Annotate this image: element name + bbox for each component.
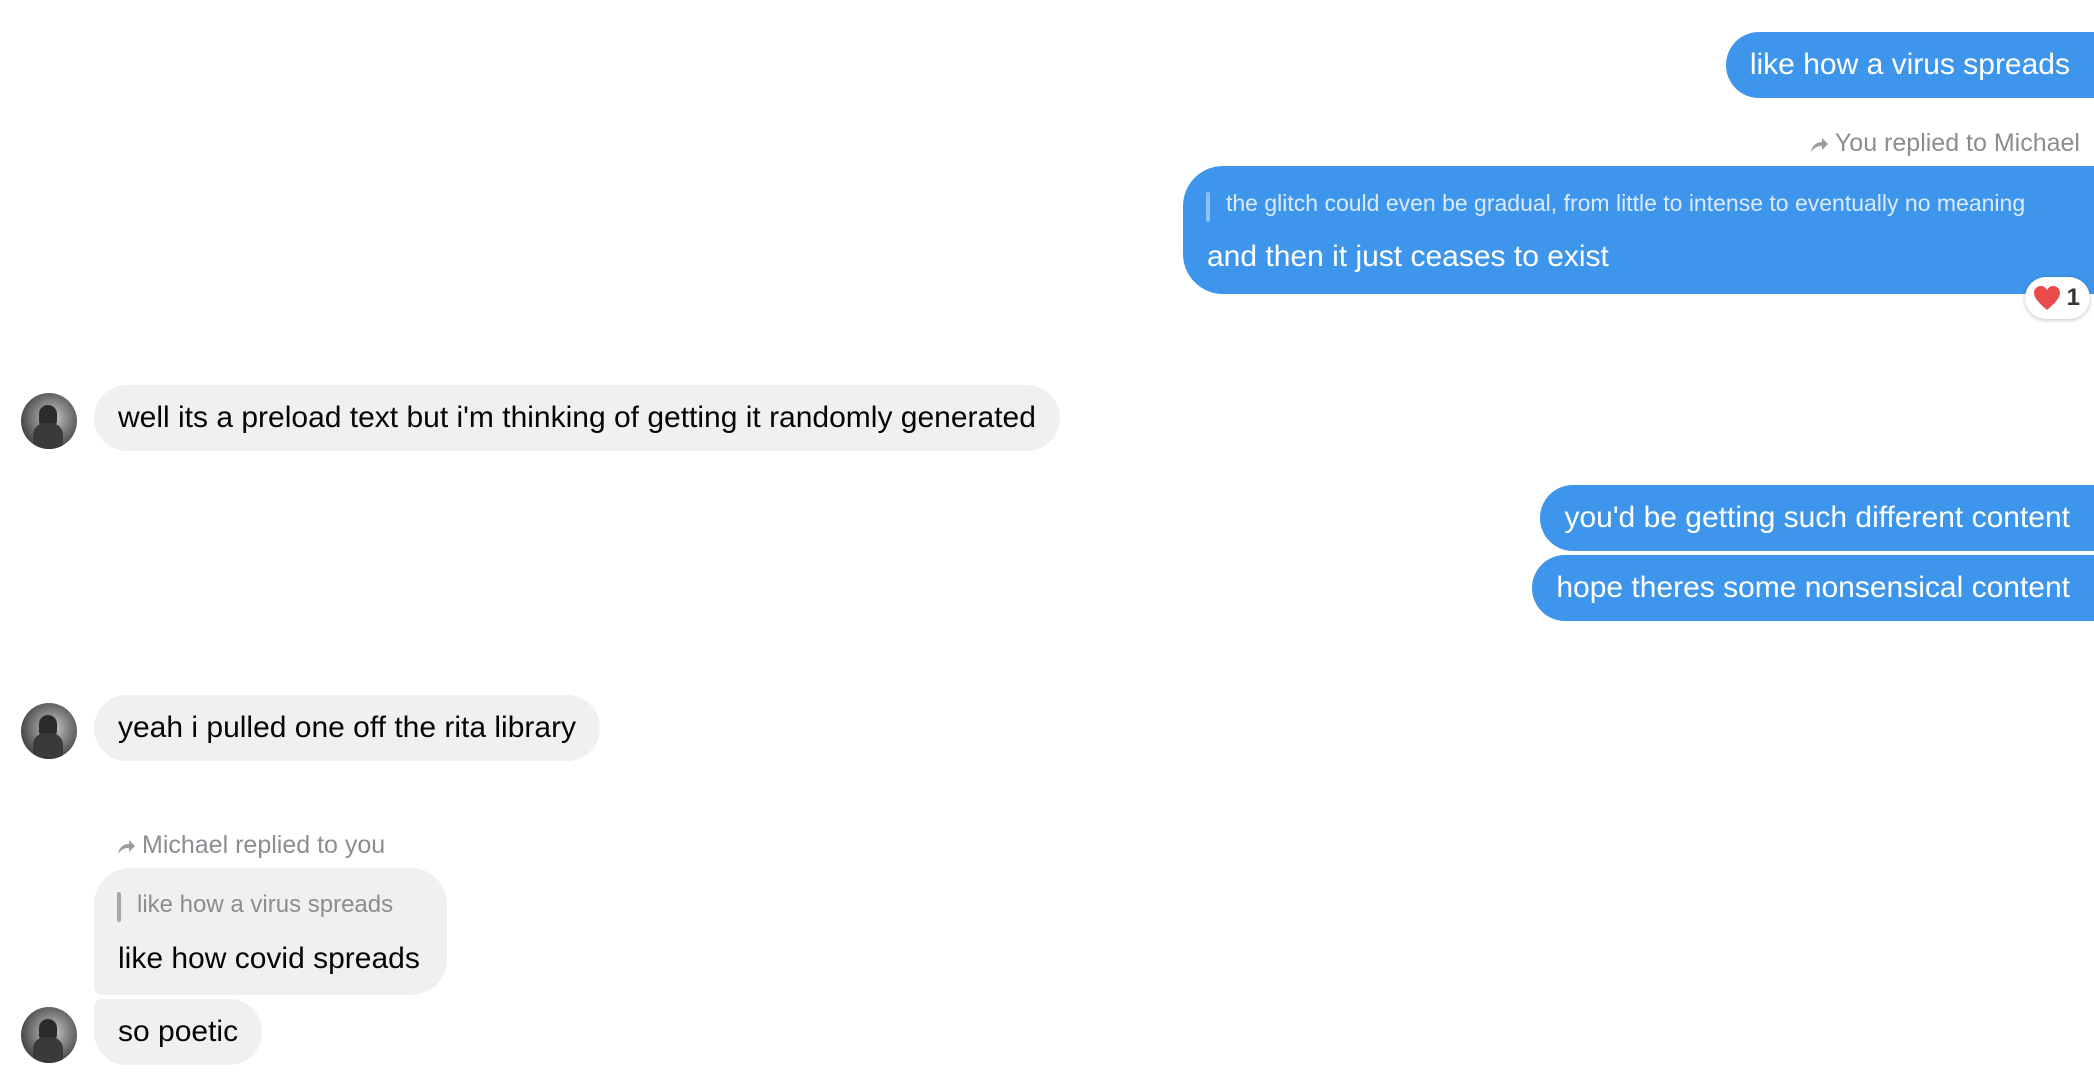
avatar[interactable] <box>21 1007 77 1063</box>
quote-bar <box>1206 192 1210 222</box>
message-bubble-outgoing-reply[interactable]: the glitch could even be gradual, from l… <box>1183 166 2094 294</box>
message-bubble-outgoing[interactable]: like how a virus spreads <box>1725 32 2094 98</box>
quoted-message: the glitch could even be gradual, from l… <box>1226 190 2026 216</box>
message-bubble-outgoing[interactable]: you'd be getting such different content <box>1540 485 2094 551</box>
message-bubble-incoming[interactable]: so poetic <box>94 999 263 1065</box>
message-text: and then it just ceases to exist <box>1207 240 1609 273</box>
reply-label: Michael replied to you <box>116 830 385 860</box>
heart-icon <box>2033 286 2060 310</box>
message-bubble-incoming[interactable]: yeah i pulled one off the rita library <box>94 695 601 761</box>
message-bubble-outgoing[interactable]: hope theres some nonsensical content <box>1532 555 2094 621</box>
reply-label-text: Michael replied to you <box>142 831 386 859</box>
reply-arrow-icon <box>1810 138 1828 152</box>
message-bubble-incoming-reply[interactable]: like how a virus spreads like how covid … <box>94 868 447 995</box>
message-text: like how covid spreads <box>118 942 420 975</box>
message-bubble-incoming[interactable]: well its a preload text but i'm thinking… <box>94 385 1060 451</box>
quote-bar <box>117 892 121 922</box>
reply-arrow-icon <box>118 840 135 854</box>
reaction-badge[interactable]: 1 <box>2024 277 2090 319</box>
avatar[interactable] <box>21 393 77 449</box>
reaction-count: 1 <box>2066 284 2080 311</box>
reply-label-text: You replied to Michael <box>1834 129 2080 157</box>
reply-label: You replied to Michael <box>1809 128 2080 158</box>
avatar[interactable] <box>21 703 77 759</box>
quoted-message: like how a virus spreads <box>137 891 394 918</box>
